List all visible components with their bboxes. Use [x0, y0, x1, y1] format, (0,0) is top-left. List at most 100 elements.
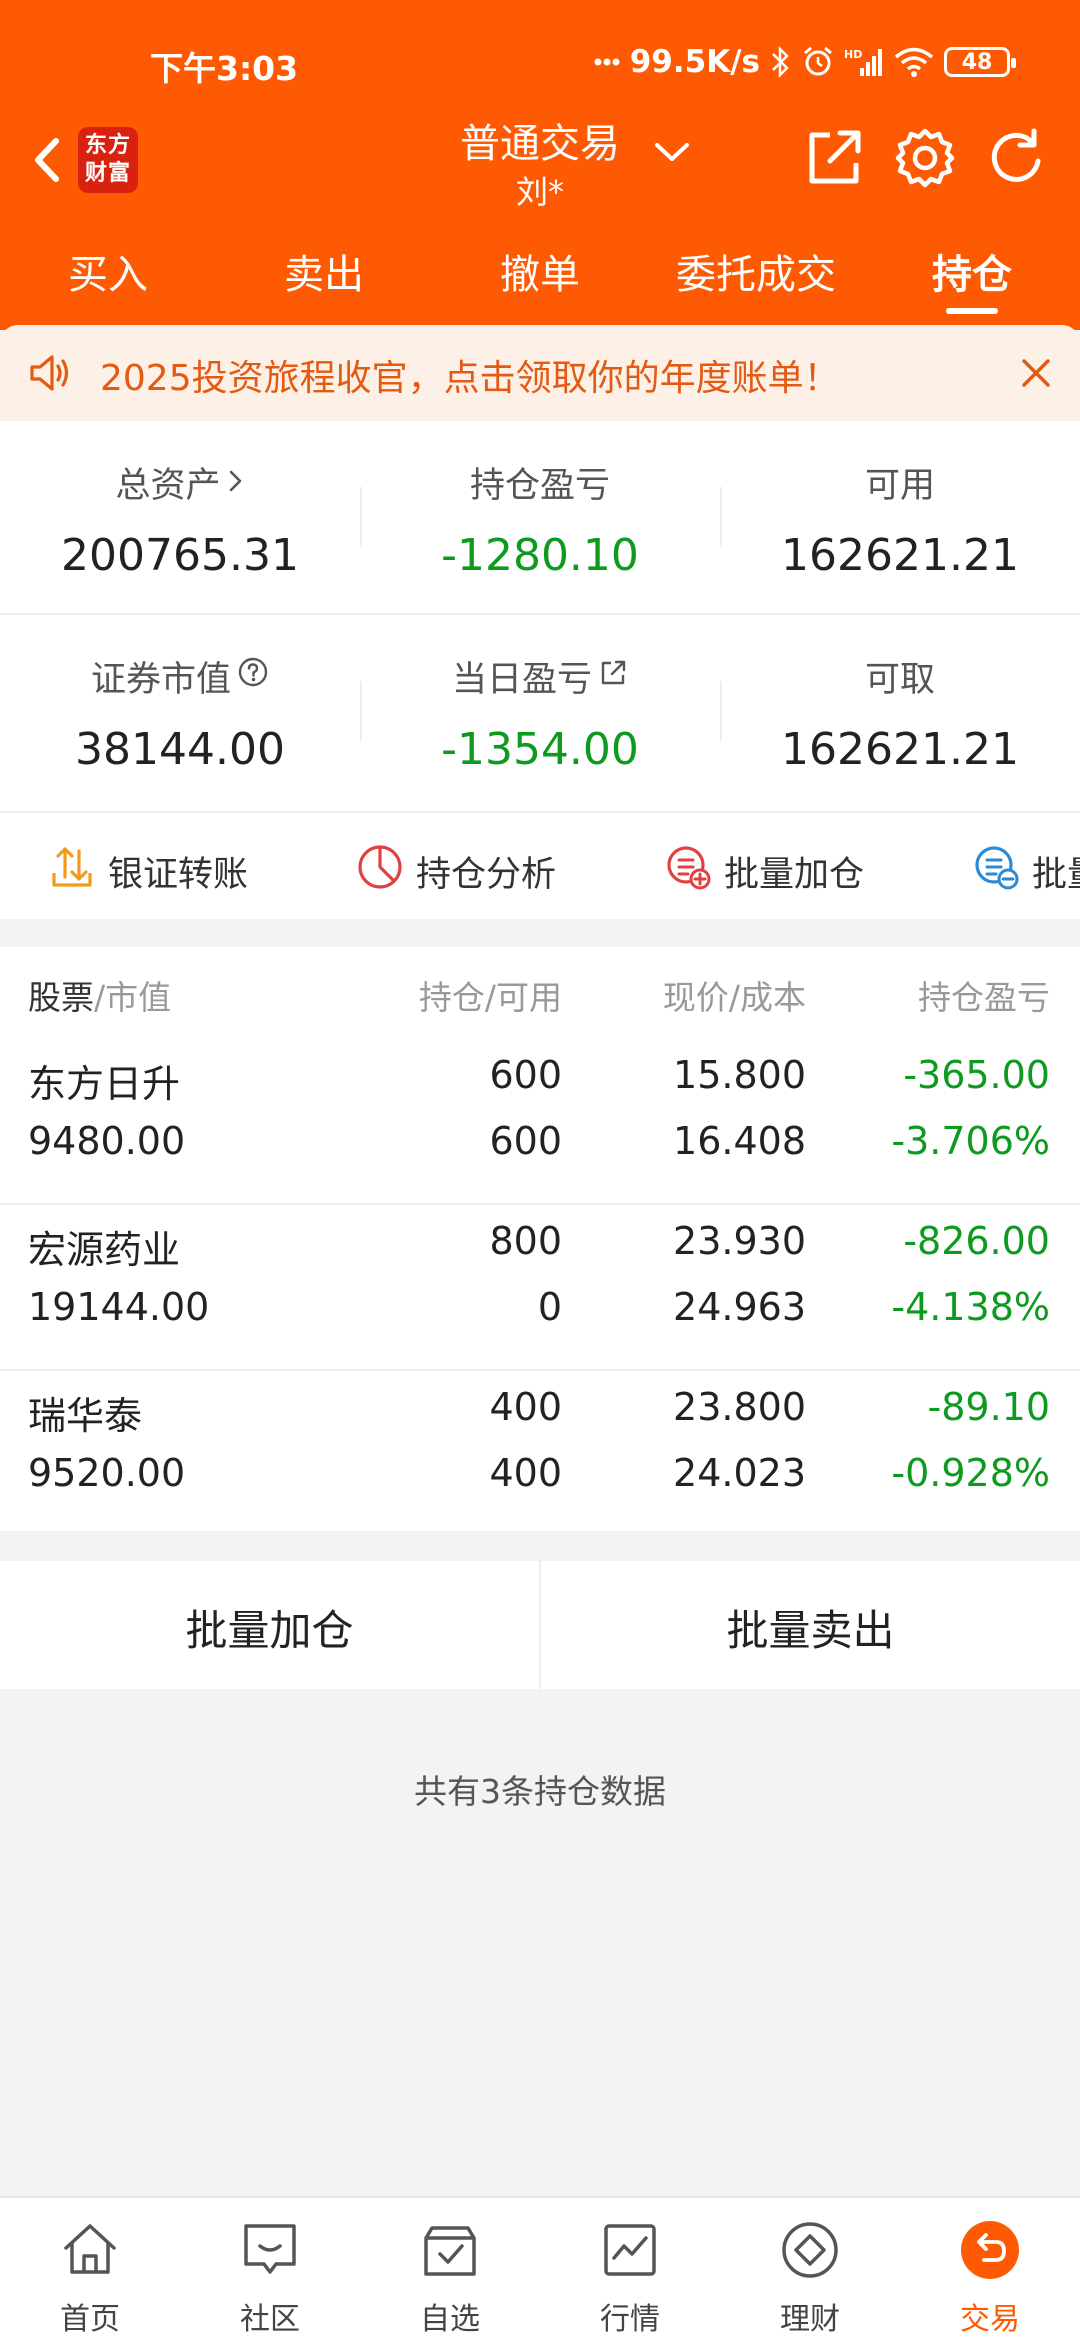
stock-pnl: -826.00 [903, 1219, 1050, 1263]
wifi-icon [894, 46, 934, 78]
stock-market-value: 19144.00 [28, 1285, 210, 1329]
page-title[interactable]: 普通交易 [420, 111, 660, 169]
refresh-icon[interactable] [984, 125, 1050, 191]
network-speed: 99.5K/s [629, 44, 760, 80]
market-icon [598, 2218, 662, 2282]
wealth-icon [778, 2218, 842, 2282]
transfer-icon [48, 843, 96, 900]
daily-pnl-value: -1354.00 [441, 724, 639, 775]
tab-positions[interactable]: 持仓 [864, 232, 1080, 322]
tab-orders[interactable]: 委托成交 [648, 232, 864, 322]
status-bar: 下午3:03 99.5K/s HD 48 [0, 0, 1080, 120]
trade-tabs: 买入 卖出 撤单 委托成交 持仓 [0, 232, 1080, 322]
nav-watchlist-label: 自选 [420, 2302, 480, 2337]
svg-text:HD: HD [844, 48, 862, 61]
stock-available: 400 [489, 1451, 562, 1495]
stock-available: 0 [537, 1285, 562, 1329]
stock-name: 瑞华泰 [28, 1394, 143, 1438]
daily-pnl-cell[interactable]: 当日盈亏 -1354.00 [360, 615, 720, 809]
header-stock: 股票/市值 [28, 978, 172, 1017]
external-link-icon[interactable] [598, 657, 628, 697]
available-cell: 可用 162621.21 [720, 421, 1080, 613]
nav-home-label: 首页 [60, 2302, 120, 2337]
help-icon[interactable] [237, 656, 269, 697]
withdrawable-cell: 可取 162621.21 [720, 615, 1080, 809]
holdings-table: 股票/市值 持仓/可用 现价/成本 持仓盈亏 东方日升 9480.00 600 … [0, 947, 1080, 1531]
position-analysis-button[interactable]: 持仓分析 [356, 843, 556, 900]
nav-community[interactable]: 社区 [180, 2198, 360, 2340]
stock-market-value: 9480.00 [28, 1119, 186, 1163]
batch-more-shortcut-label: 批量 [1032, 855, 1080, 895]
nav-wealth[interactable]: 理财 [720, 2198, 900, 2340]
stock-position: 400 [489, 1385, 562, 1429]
nav-row: 东方 财富 普通交易 刘* [0, 105, 1080, 215]
batch-add-button[interactable]: 批量加仓 [0, 1561, 539, 1689]
asset-summary: 总资产 200765.31 持仓盈亏 -1280.10 可用 162621.21… [0, 421, 1080, 811]
stock-cost: 16.408 [673, 1119, 806, 1163]
batch-add-shortcut-button[interactable]: 批量加仓 [664, 843, 864, 900]
bank-transfer-button[interactable]: 银证转账 [48, 843, 248, 900]
nav-home[interactable]: 首页 [0, 2198, 180, 2340]
more-dots-icon [594, 57, 620, 67]
stock-price: 15.800 [673, 1053, 806, 1097]
total-assets-value: 200765.31 [61, 530, 299, 581]
stock-name: 东方日升 [28, 1062, 181, 1106]
signal-icon: HD [844, 46, 884, 78]
settings-gear-icon[interactable] [892, 125, 958, 191]
market-value-value: 38144.00 [75, 724, 285, 775]
batch-more-shortcut-button[interactable]: 批量 [972, 843, 1080, 900]
bottom-nav: 首页 社区 自选 行情 理财 交易 [0, 2196, 1080, 2340]
market-value-label: 证券市值 [90, 660, 231, 700]
table-row[interactable]: 东方日升 9480.00 600 600 15.800 16.408 -365.… [0, 1039, 1080, 1205]
stock-price: 23.800 [673, 1385, 806, 1429]
banner-text[interactable]: 2025投资旅程收官，点击领取你的年度账单！ [100, 349, 840, 401]
stock-pnl-pct: -4.138% [891, 1285, 1050, 1329]
close-icon[interactable] [1016, 353, 1056, 397]
total-assets-label: 总资产 [115, 466, 221, 506]
batch-sell-button[interactable]: 批量卖出 [539, 1561, 1080, 1689]
nav-trade[interactable]: 交易 [900, 2198, 1080, 2340]
nav-watchlist[interactable]: 自选 [360, 2198, 540, 2340]
pie-chart-icon [356, 843, 404, 900]
holdings-header: 股票/市值 持仓/可用 现价/成本 持仓盈亏 [0, 947, 1080, 1039]
chevron-down-icon[interactable] [652, 139, 692, 169]
quick-actions: 银证转账 持仓分析 批量加仓 批量 [0, 811, 1080, 919]
position-pnl-cell: 持仓盈亏 -1280.10 [360, 421, 720, 613]
table-row[interactable]: 瑞华泰 9520.00 400 400 23.800 24.023 -89.10… [0, 1371, 1080, 1537]
coin-add-icon [664, 843, 712, 900]
stock-pnl-pct: -3.706% [891, 1119, 1050, 1163]
app-header: 下午3:03 99.5K/s HD 48 东方 财富 普通交易 刘* 买入 卖出… [0, 0, 1080, 330]
nav-market-label: 行情 [600, 2302, 660, 2337]
withdrawable-label: 可取 [864, 660, 935, 700]
total-assets-cell[interactable]: 总资产 200765.31 [0, 421, 360, 613]
home-icon [58, 2218, 122, 2282]
stock-cost: 24.023 [673, 1451, 806, 1495]
nav-community-label: 社区 [240, 2302, 300, 2337]
account-name[interactable]: 刘* [420, 167, 660, 213]
promo-banner[interactable]: 2025投资旅程收官，点击领取你的年度账单！ [0, 325, 1080, 421]
asset-row-1: 总资产 200765.31 持仓盈亏 -1280.10 可用 162621.21 [0, 421, 1080, 615]
position-analysis-label: 持仓分析 [416, 855, 557, 895]
back-button[interactable] [22, 127, 82, 193]
bank-transfer-label: 银证转账 [108, 855, 249, 895]
community-icon [238, 2218, 302, 2282]
status-time: 下午3:03 [150, 49, 299, 88]
nav-market[interactable]: 行情 [540, 2198, 720, 2340]
nav-trade-label: 交易 [960, 2302, 1020, 2337]
tab-cancel[interactable]: 撤单 [432, 232, 648, 322]
stock-pnl: -365.00 [903, 1053, 1050, 1097]
header-price: 现价/成本 [662, 978, 806, 1017]
table-row[interactable]: 宏源药业 19144.00 800 0 23.930 24.963 -826.0… [0, 1205, 1080, 1371]
header-position: 持仓/可用 [418, 978, 562, 1017]
batch-add-shortcut-label: 批量加仓 [724, 855, 865, 895]
coin-stack-icon [972, 843, 1020, 900]
header-pnl: 持仓盈亏 [918, 978, 1050, 1017]
stock-position: 800 [489, 1219, 562, 1263]
stock-position: 600 [489, 1053, 562, 1097]
share-icon[interactable] [800, 125, 866, 191]
tab-buy[interactable]: 买入 [0, 232, 216, 322]
nav-wealth-label: 理财 [780, 2302, 840, 2337]
stock-pnl: -89.10 [927, 1385, 1051, 1429]
stock-market-value: 9520.00 [28, 1451, 186, 1495]
tab-sell[interactable]: 卖出 [216, 232, 432, 322]
